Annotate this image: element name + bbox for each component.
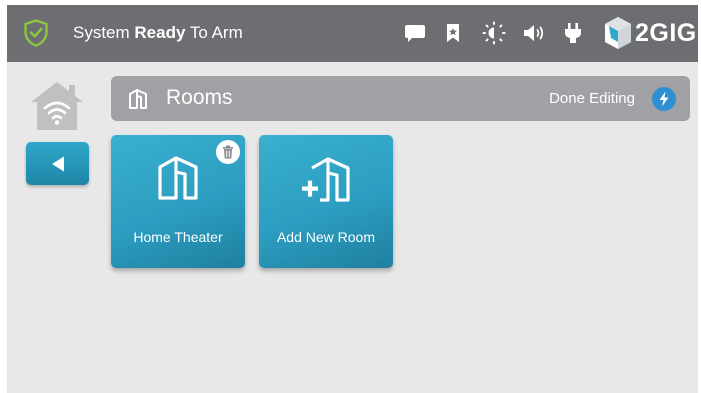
lightning-icon — [659, 91, 669, 107]
app-screen: System Ready To Arm 2GIG Rooms Done Edit… — [7, 5, 698, 393]
add-new-room-tile[interactable]: Add New Room — [259, 135, 393, 268]
room-icon — [129, 89, 147, 109]
trash-icon — [223, 145, 233, 159]
done-editing-label[interactable]: Done Editing — [549, 90, 635, 108]
bookmark-icon[interactable] — [445, 22, 461, 44]
brand-logo: 2GIG — [603, 14, 697, 52]
home-wifi-icon[interactable] — [29, 80, 85, 132]
add-room-icon — [302, 157, 350, 202]
message-icon[interactable] — [404, 22, 426, 44]
arming-status-text[interactable]: System Ready To Arm — [73, 22, 243, 44]
brightness-icon[interactable] — [482, 21, 506, 45]
page-title: Rooms — [166, 86, 233, 109]
back-button[interactable] — [26, 142, 89, 185]
shield-check-icon[interactable] — [24, 19, 48, 47]
volume-icon[interactable] — [522, 22, 548, 44]
brand-name: 2GIG — [635, 18, 697, 47]
status-suffix: To Arm — [185, 23, 243, 42]
rooms-header: Rooms Done Editing — [111, 76, 690, 121]
logo-cube-icon — [605, 17, 631, 49]
back-arrow-icon — [51, 156, 64, 171]
add-room-label: Add New Room — [276, 229, 376, 245]
room-label: Home Theater — [133, 229, 223, 245]
power-plug-icon[interactable] — [564, 22, 582, 44]
delete-room-button[interactable] — [216, 140, 240, 164]
status-bold: Ready — [134, 23, 186, 42]
status-prefix: System — [73, 23, 135, 42]
room-tile-home-theater[interactable]: Home Theater — [111, 135, 245, 268]
top-status-bar: System Ready To Arm 2GIG — [7, 5, 698, 62]
done-editing-button[interactable] — [652, 87, 676, 111]
room-icon — [158, 156, 198, 200]
